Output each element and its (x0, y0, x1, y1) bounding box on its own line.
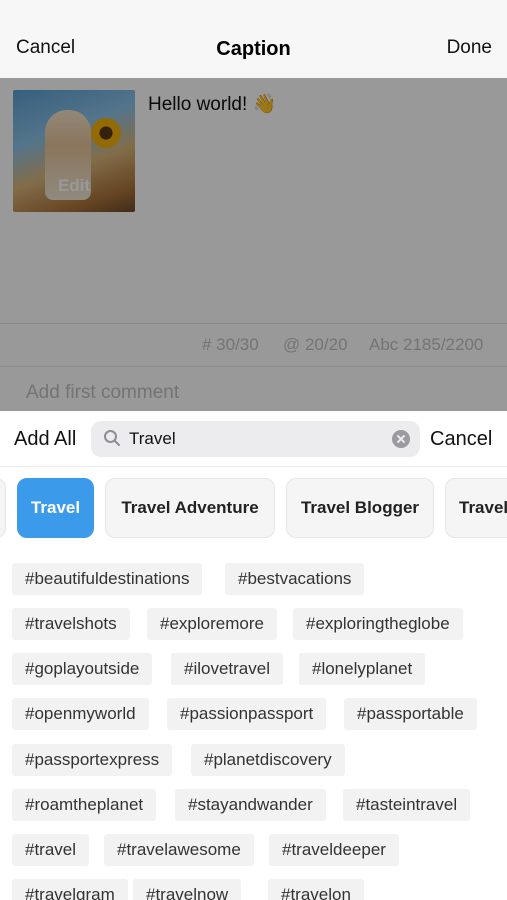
chip-travel-adventure[interactable]: Travel Adventure (105, 478, 275, 538)
hashtag-chip[interactable]: #tasteintravel (343, 789, 471, 821)
dim-overlay[interactable] (0, 78, 507, 411)
hashtag-chip[interactable]: #travelon (268, 879, 364, 900)
hashtag-chip[interactable]: #passportable (344, 698, 477, 730)
search-cancel-button[interactable]: Cancel (430, 428, 492, 451)
hashtag-chip[interactable]: #travelgram (12, 879, 128, 900)
search-field[interactable] (91, 421, 420, 457)
chip-offscreen[interactable] (0, 478, 6, 538)
hashtag-chip[interactable]: #passionpassport (167, 698, 327, 730)
hashtag-chip[interactable]: #travel (12, 834, 90, 866)
category-chips: Travel Travel Adventure Travel Blogger T… (0, 478, 507, 540)
chip-travel-partial[interactable]: Travel (445, 478, 507, 538)
hashtag-search-bar: Add All Cancel (0, 411, 507, 467)
hashtag-chip[interactable]: #bestvacations (225, 563, 365, 595)
chip-travel[interactable]: Travel (17, 478, 94, 538)
chip-travel-blogger[interactable]: Travel Blogger (286, 478, 434, 538)
hashtag-chip[interactable]: #travelnow (133, 879, 242, 900)
hashtag-chip[interactable]: #beautifuldestinations (12, 563, 203, 595)
hashtag-chip[interactable]: #travelawesome (104, 834, 254, 866)
nav-bar: Cancel Caption Done (0, 0, 507, 78)
hashtag-chip[interactable]: #exploringtheglobe (293, 608, 463, 640)
hashtag-chip[interactable]: #openmyworld (12, 698, 149, 730)
hashtag-chip[interactable]: #roamtheplanet (12, 789, 157, 821)
search-icon (104, 430, 120, 446)
hashtag-chip[interactable]: #exploremore (147, 608, 277, 640)
hashtag-chip[interactable]: #goplayoutside (12, 653, 153, 685)
clear-search-icon[interactable] (392, 430, 410, 448)
search-input[interactable] (129, 427, 379, 451)
add-all-button[interactable]: Add All (14, 428, 76, 451)
hashtag-chip[interactable]: #planetdiscovery (191, 744, 345, 776)
hashtag-chip[interactable]: #traveldeeper (269, 834, 399, 866)
hashtag-chip[interactable]: #stayandwander (175, 789, 326, 821)
page-title: Caption (216, 38, 291, 60)
hashtag-chip[interactable]: #travelshots (12, 608, 130, 640)
hashtag-chip[interactable]: #ilovetravel (171, 653, 283, 685)
hashtag-chip[interactable]: #passportexpress (12, 744, 173, 776)
hashtag-chip[interactable]: #lonelyplanet (299, 653, 426, 685)
done-button[interactable]: Done (447, 37, 492, 59)
